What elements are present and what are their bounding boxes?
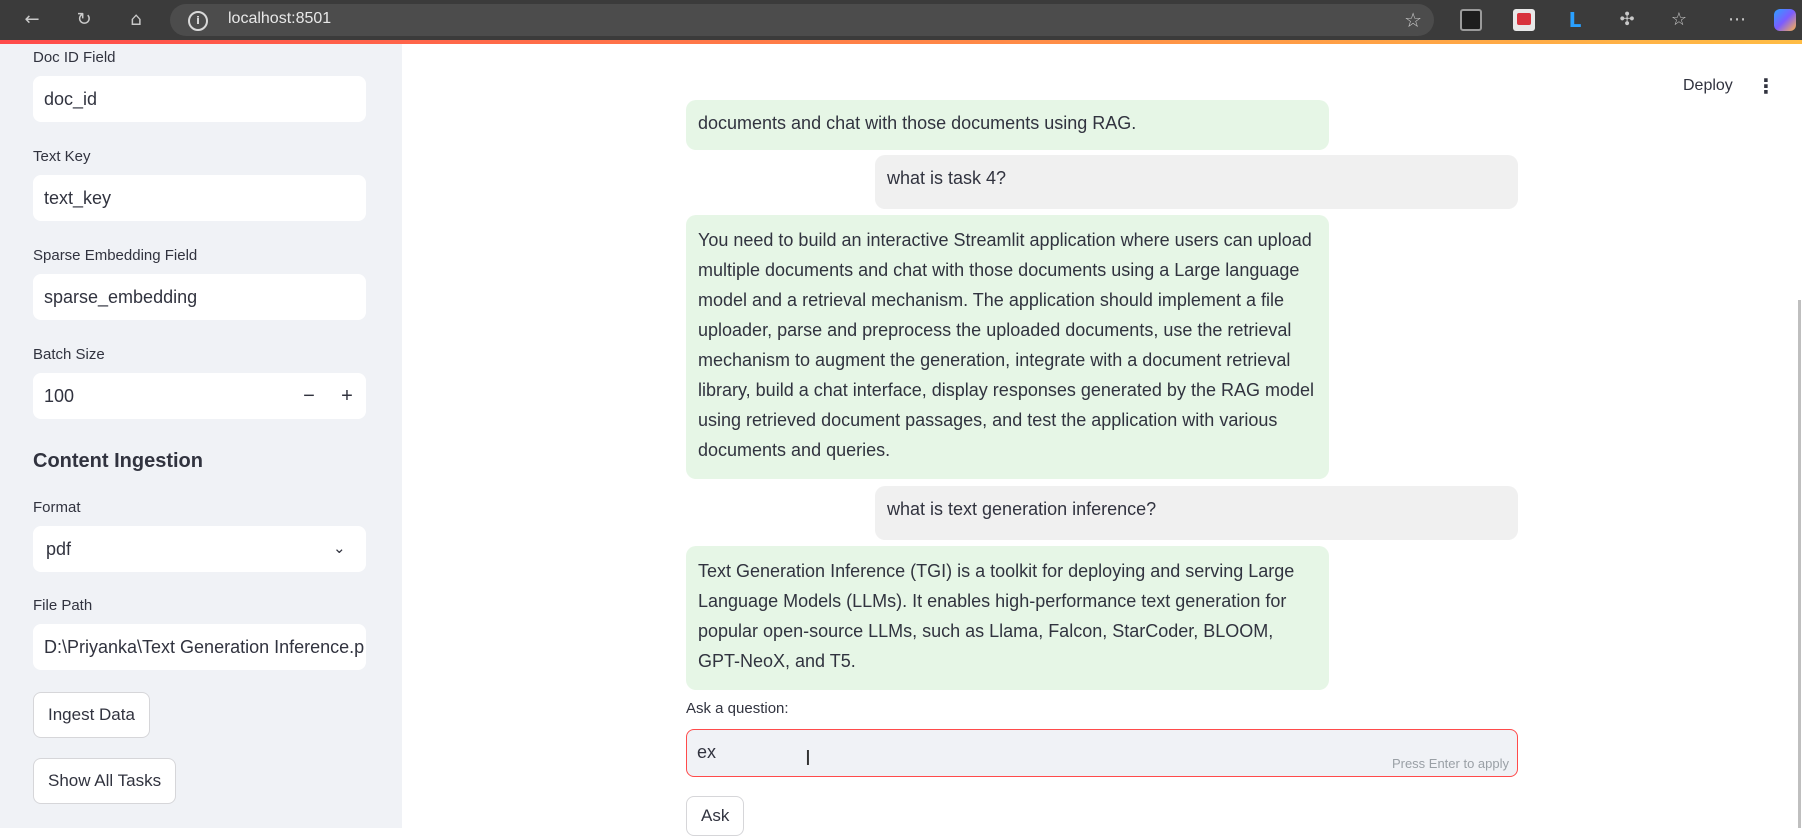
extensions-puzzle-icon[interactable]: ✣ <box>1616 9 1638 31</box>
increment-button[interactable]: + <box>329 373 365 419</box>
copilot-icon[interactable] <box>1774 9 1796 31</box>
address-bar[interactable]: i localhost:8501 ☆ <box>170 4 1434 36</box>
site-info-icon[interactable]: i <box>188 11 208 31</box>
chevron-down-icon: ⌄ <box>333 540 346 557</box>
content-ingestion-heading: Content Ingestion <box>33 450 203 472</box>
pocket-extension-icon[interactable] <box>1513 9 1535 31</box>
message-text: You need to build an interactive Streaml… <box>698 230 1314 460</box>
ask-button[interactable]: Ask <box>686 796 745 836</box>
format-selected-value: pdf <box>46 539 72 559</box>
l-extension-icon[interactable]: L <box>1564 9 1586 31</box>
deploy-button[interactable]: Deploy <box>1683 77 1733 95</box>
batch-size-stepper: 100 − + <box>33 373 366 419</box>
user-message: what is task 4? <box>875 155 1518 209</box>
format-label: Format <box>33 499 81 516</box>
sparse-embedding-field[interactable]: sparse_embedding <box>33 274 366 320</box>
url-text: localhost:8501 <box>228 10 332 27</box>
input-hint: Press Enter to apply <box>1391 756 1509 771</box>
show-all-tasks-button[interactable]: Show All Tasks <box>33 758 177 804</box>
favorite-star-icon[interactable]: ☆ <box>1404 8 1422 32</box>
file-path-label: File Path <box>33 597 93 614</box>
back-arrow-icon[interactable]: ← <box>20 8 44 32</box>
format-select[interactable]: pdf ⌄ <box>33 526 366 572</box>
doc-id-label: Doc ID Field <box>33 49 116 66</box>
message-text: what is text generation inference? <box>887 499 1157 519</box>
sidebar: Doc ID Field doc_id Text Key text_key Sp… <box>0 44 402 828</box>
message-text: documents and chat with those documents … <box>698 113 1137 133</box>
message-text: Text Generation Inference (TGI) is a too… <box>698 561 1295 671</box>
home-icon[interactable]: ⌂ <box>124 8 148 32</box>
favorites-icon[interactable]: ☆ <box>1668 9 1690 31</box>
file-path-field[interactable]: D:\Priyanka\Text Generation Inference.p <box>33 624 366 670</box>
assistant-message: documents and chat with those documents … <box>686 100 1329 150</box>
main-menu-icon[interactable]: ⋮ <box>1756 74 1776 98</box>
text-cursor-icon: I <box>805 746 811 770</box>
assistant-message: You need to build an interactive Streaml… <box>686 215 1329 479</box>
batch-size-value[interactable]: 100 <box>44 386 74 406</box>
message-text: what is task 4? <box>887 168 1007 188</box>
ask-question-label: Ask a question: <box>686 700 789 717</box>
user-message: what is text generation inference? <box>875 486 1518 540</box>
ingest-data-button[interactable]: Ingest Data <box>33 692 150 738</box>
reload-icon[interactable]: ↻ <box>72 8 96 32</box>
assistant-message: Text Generation Inference (TGI) is a too… <box>686 546 1329 690</box>
doc-id-field[interactable]: doc_id <box>33 76 366 122</box>
main-scrollbar[interactable] <box>1798 300 1801 828</box>
decrement-button[interactable]: − <box>291 373 327 419</box>
browser-toolbar: ← ↻ ⌂ i localhost:8501 ☆ L ✣ ☆ ⋯ <box>0 0 1802 40</box>
batch-size-label: Batch Size <box>33 346 105 363</box>
text-key-field[interactable]: text_key <box>33 175 366 221</box>
question-input-value: ex <box>697 742 717 762</box>
extension-icon[interactable] <box>1460 9 1482 31</box>
text-key-label: Text Key <box>33 148 91 165</box>
more-menu-icon[interactable]: ⋯ <box>1726 9 1748 31</box>
sparse-embedding-label: Sparse Embedding Field <box>33 247 198 264</box>
